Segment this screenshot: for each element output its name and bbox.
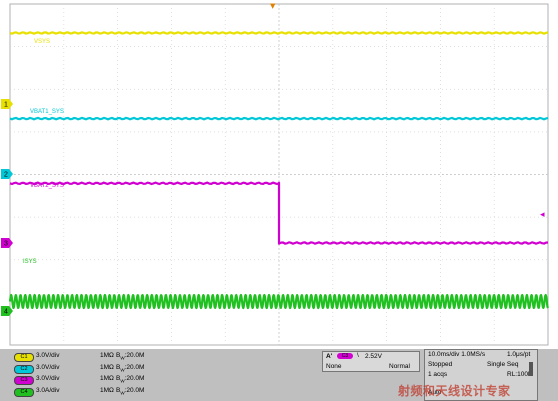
trigger-mode-left: None	[326, 363, 342, 370]
channel-impedance: 1MΩ	[100, 375, 114, 382]
channel-2-marker-label: 2	[4, 172, 8, 179]
channel-impedance: 1MΩ	[100, 352, 114, 359]
trigger-level-marker: ◂	[540, 210, 545, 220]
status-panel: C1 3.0V/div 1MΩ BW:20.0M C2 3.0V/div 1MΩ BW:20.…	[0, 349, 558, 401]
channel-1-marker-label: 1	[4, 102, 8, 109]
series-vbat1_sys	[9, 116, 549, 121]
info-icon	[529, 362, 533, 376]
channel-impedance: 1MΩ	[100, 363, 114, 371]
channel-scale: 3.0V/div	[36, 363, 60, 371]
channel-scale: 3.0V/div	[36, 375, 60, 382]
channel-badge: C3	[14, 376, 34, 385]
trigger-label: A'	[326, 353, 333, 360]
channel-impedance: 1MΩ	[100, 386, 114, 394]
record-length: RL:100k	[507, 371, 532, 378]
trigger-position-marker: ▼	[270, 2, 276, 10]
series-label-vsys: VSYS	[34, 39, 50, 45]
channel-badge: C1	[14, 353, 34, 362]
channel-bandwidth: BW:20.0M	[116, 352, 145, 361]
acquisition-state: Stopped	[428, 361, 453, 368]
waveform-plot: VSYS VBAT1_SYS VBAT2_SYS ISYS 1 2 3 4 ▼ ◂	[0, 0, 558, 349]
timebase-resolution: 1.0μs/pt	[507, 351, 531, 358]
trigger-level: 2.52V	[365, 353, 382, 360]
series-vsys	[9, 31, 549, 35]
series-label-vbat2_sys: VBAT2_SYS	[30, 183, 64, 189]
channel-3-marker-label: 3	[4, 241, 8, 248]
trigger-channel-badge: C3	[337, 353, 353, 359]
watermark-text: 射频和天线设计专家	[398, 384, 511, 398]
series-label-isys: ISYS	[23, 259, 37, 265]
oscilloscope-display: VSYS VBAT1_SYS VBAT2_SYS ISYS 1 2 3 4 ▼ ◂	[0, 0, 558, 349]
channel-bandwidth: BW:20.0M	[116, 386, 145, 395]
acquisition-count: 1 acqs	[428, 371, 448, 378]
trigger-mode-right: Normal	[389, 363, 410, 370]
series-label-vbat1_sys: VBAT1_SYS	[30, 109, 64, 115]
channel-badge: C4	[14, 387, 34, 397]
channel-bandwidth: BW:20.0M	[116, 363, 145, 372]
channel-badge: C2	[14, 364, 34, 374]
acquisition-sequence: Single Seq	[487, 361, 519, 368]
trigger-slope-icon: \	[357, 352, 359, 359]
channel-4-marker-label: 4	[4, 309, 8, 316]
channel-bandwidth: BW:20.0M	[116, 375, 145, 384]
channel-scale: 3.0A/div	[36, 386, 60, 394]
trigger-box[interactable]: A' C3 \ 2.52V None Normal	[322, 351, 420, 372]
timebase-horizontal: 10.0ms/div 1.0MS/s	[428, 351, 486, 358]
channel-scale: 3.0V/div	[36, 352, 60, 359]
